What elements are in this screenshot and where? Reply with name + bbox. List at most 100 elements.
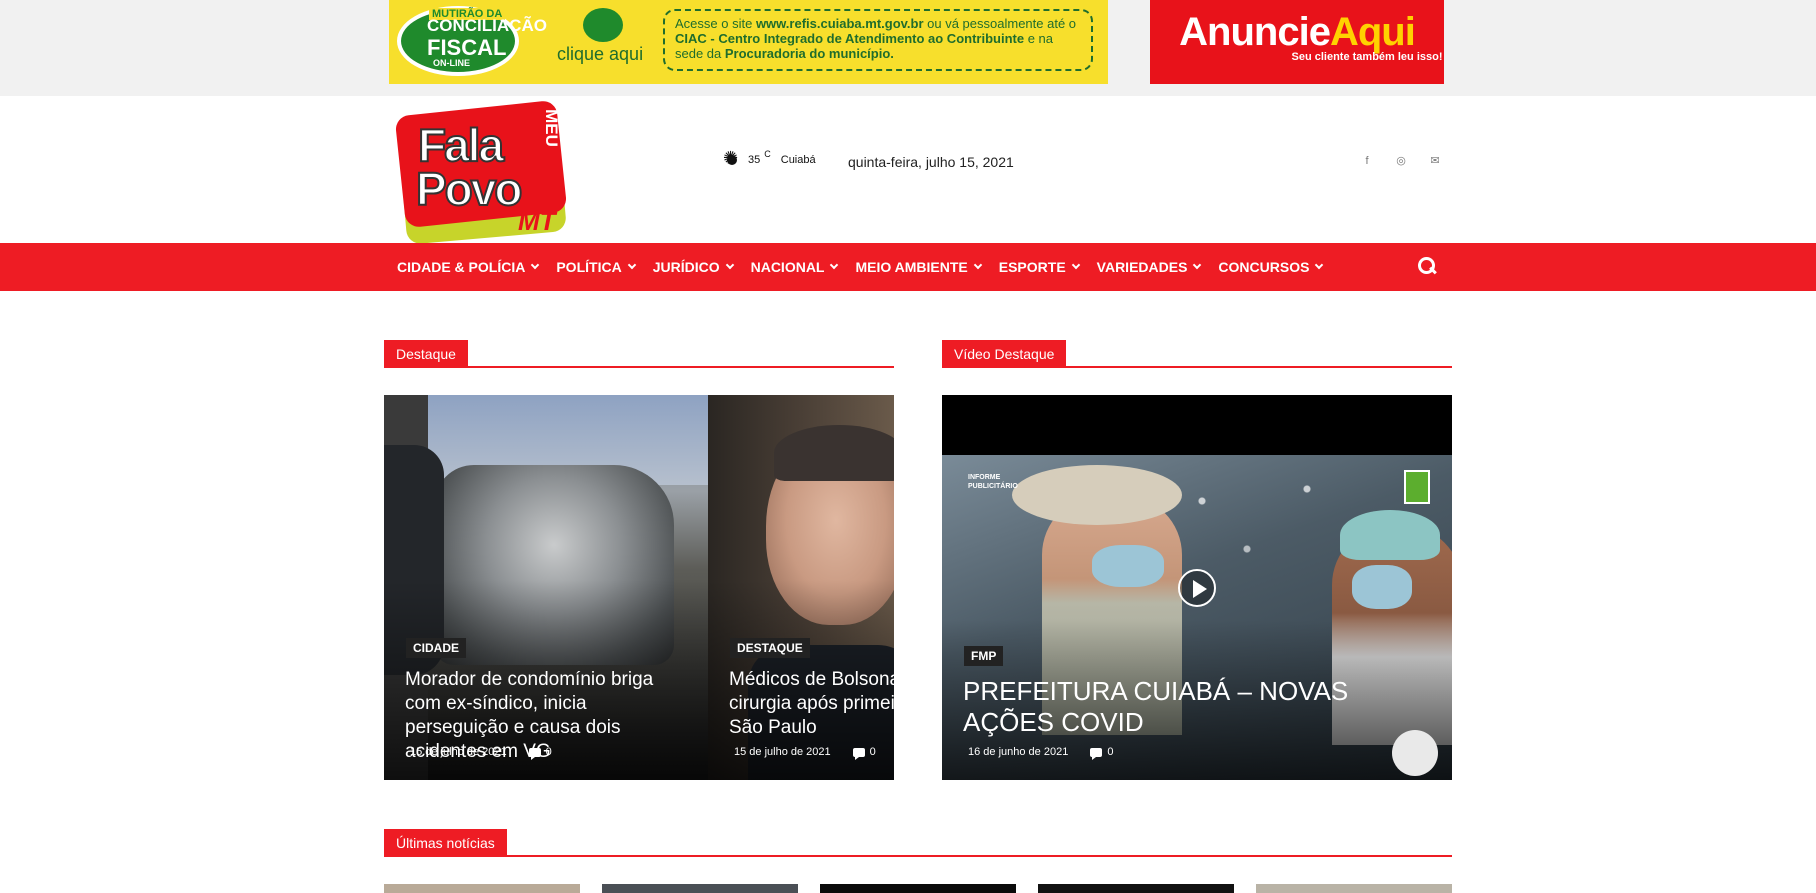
weather-unit[interactable]: C bbox=[764, 149, 771, 159]
cuiaba-badge-icon bbox=[1404, 470, 1430, 504]
nav-label: MEIO AMBIENTE bbox=[855, 259, 968, 275]
section-title-destaque[interactable]: Destaque bbox=[384, 340, 468, 368]
comment-count[interactable]: 0 bbox=[528, 746, 552, 760]
nav-item-variedades[interactable]: VARIEDADES bbox=[1088, 259, 1210, 275]
anuncie-title: AnuncieAqui bbox=[1150, 10, 1444, 55]
search-icon[interactable] bbox=[1418, 257, 1438, 277]
category-badge[interactable]: DESTAQUE bbox=[730, 638, 810, 658]
refis-text-site: www.refis.cuiaba.mt.gov.br bbox=[755, 16, 924, 31]
nav-item-cidade-policia[interactable]: CIDADE & POLÍCIA bbox=[388, 259, 547, 275]
news-thumbnail[interactable] bbox=[1038, 884, 1234, 893]
category-badge[interactable]: CIDADE bbox=[406, 638, 467, 658]
nav-item-juridico[interactable]: JURÍDICO bbox=[644, 259, 742, 275]
slide-meta: 15 de julho de 2021 0 bbox=[410, 746, 552, 760]
email-icon[interactable]: ✉ bbox=[1428, 154, 1442, 168]
featured-video[interactable]: INFORME PUBLICITÁRIO FMP PREFEITURA CUIA… bbox=[942, 395, 1452, 780]
anuncie-tagline: Seu cliente também leu isso! bbox=[1291, 51, 1443, 63]
section-title-video[interactable]: Vídeo Destaque bbox=[942, 340, 1067, 368]
video-title[interactable]: PREFEITURA CUIABÁ – NOVAS AÇÕES COVID bbox=[963, 676, 1433, 738]
nav-item-politica[interactable]: POLÍTICA bbox=[547, 259, 643, 275]
logo-word-povo: Povo bbox=[415, 162, 523, 216]
slide-title[interactable]: Médicos de Bolsonaro avaliam cirurgia ap… bbox=[729, 668, 894, 740]
comment-count[interactable]: 0 bbox=[1090, 746, 1114, 760]
weather-city: Cuiabá bbox=[780, 154, 816, 166]
weather-widget: 35 C Cuiabá bbox=[723, 149, 816, 169]
slide-date: 15 de julho de 2021 bbox=[410, 746, 507, 758]
nav-label: CONCURSOS bbox=[1218, 259, 1310, 275]
anuncie-ad-banner[interactable]: AnuncieAqui Seu cliente também leu isso! bbox=[1150, 0, 1444, 84]
comments-icon bbox=[852, 747, 865, 760]
chevron-down-icon bbox=[531, 260, 540, 270]
featured-slide[interactable]: DESTAQUE Médicos de Bolsonaro avaliam ci… bbox=[708, 395, 894, 780]
news-thumbnail[interactable] bbox=[384, 884, 580, 893]
nav-label: VARIEDADES bbox=[1096, 259, 1188, 275]
nav-label: ESPORTE bbox=[998, 259, 1066, 275]
video-thumbnail-mask bbox=[1352, 565, 1412, 609]
chevron-down-icon bbox=[1071, 260, 1080, 270]
refis-logo-line2: CONCILIAÇÃO bbox=[427, 16, 547, 35]
comment-count-value: 0 bbox=[869, 746, 876, 758]
nav-label: CIDADE & POLÍCIA bbox=[397, 259, 526, 275]
refis-text-ciac: CIAC - Centro Integrado de Atendimento a… bbox=[675, 31, 1025, 46]
nav-label: NACIONAL bbox=[750, 259, 825, 275]
chevron-down-icon bbox=[1315, 260, 1324, 270]
news-thumbnail[interactable] bbox=[1256, 884, 1452, 893]
video-meta: 16 de junho de 2021 0 bbox=[968, 746, 1114, 760]
main-nav: CIDADE & POLÍCIA POLÍTICA JURÍDICO NACIO… bbox=[0, 243, 1816, 291]
current-date: quinta-feira, julho 15, 2021 bbox=[848, 154, 1014, 170]
sun-icon bbox=[723, 149, 740, 168]
refis-text-mid: ou vá pessoalmente até o bbox=[923, 16, 1077, 31]
mouse-icon bbox=[583, 8, 623, 42]
video-overlay-label: INFORME PUBLICITÁRIO bbox=[968, 474, 1018, 490]
news-thumbnail[interactable] bbox=[602, 884, 798, 893]
refis-logo-line4: ON-LINE bbox=[433, 58, 470, 68]
featured-slide[interactable]: CIDADE Morador de condomínio briga com e… bbox=[384, 395, 708, 780]
refis-text-prefix: Acesse o site bbox=[675, 16, 756, 31]
slide-date: 15 de julho de 2021 bbox=[734, 746, 831, 758]
comments-icon bbox=[1090, 747, 1103, 760]
facebook-icon[interactable]: f bbox=[1360, 154, 1374, 168]
logo-word-meu: MEU bbox=[541, 109, 561, 147]
section-header-video: Vídeo Destaque bbox=[942, 340, 1452, 368]
chevron-down-icon bbox=[973, 260, 982, 270]
refis-ad-banner[interactable]: MUTIRÃO DA CONCILIAÇÃO FISCAL ON-LINE cl… bbox=[389, 0, 1108, 84]
section-header-ultimas: Últimas notícias bbox=[384, 829, 1452, 857]
anuncie-word1: Anuncie bbox=[1179, 10, 1331, 54]
anuncie-word2: Aqui bbox=[1329, 10, 1416, 54]
play-icon[interactable] bbox=[1178, 569, 1216, 607]
video-thumbnail-hat bbox=[1012, 465, 1182, 525]
comment-count[interactable]: 0 bbox=[852, 746, 876, 760]
slide-image-hair bbox=[774, 425, 894, 481]
section-title-ultimas[interactable]: Últimas notícias bbox=[384, 829, 507, 857]
chevron-down-icon bbox=[1193, 260, 1202, 270]
comment-count-value: 0 bbox=[545, 746, 552, 758]
nav-label: JURÍDICO bbox=[652, 259, 720, 275]
social-links: f ◎ ✉ bbox=[1360, 154, 1442, 168]
comments-icon bbox=[528, 747, 541, 760]
refis-info-box: Acesse o site www.refis.cuiaba.mt.gov.br… bbox=[663, 9, 1093, 71]
category-badge[interactable]: FMP bbox=[964, 646, 1004, 666]
comment-count-value: 0 bbox=[1107, 746, 1114, 758]
slide-meta: 15 de julho de 2021 0 bbox=[734, 746, 876, 760]
site-logo[interactable]: Fala Povo MEU MT bbox=[394, 99, 594, 245]
video-thumbnail-cap bbox=[1340, 510, 1440, 560]
refis-text-proc: Procuradoria do município. bbox=[724, 46, 894, 61]
news-thumbnail[interactable] bbox=[820, 884, 1016, 893]
video-date: 16 de junho de 2021 bbox=[968, 746, 1069, 758]
nav-item-concursos[interactable]: CONCURSOS bbox=[1209, 259, 1331, 275]
chevron-down-icon bbox=[627, 260, 636, 270]
nav-menu: CIDADE & POLÍCIA POLÍTICA JURÍDICO NACIO… bbox=[388, 243, 1331, 291]
chevron-down-icon bbox=[725, 260, 734, 270]
video-thumbnail-mask bbox=[1092, 545, 1164, 587]
featured-slider: CIDADE Morador de condomínio briga com e… bbox=[384, 395, 894, 780]
nav-item-meio-ambiente[interactable]: MEIO AMBIENTE bbox=[846, 259, 989, 275]
weather-temp: 35 bbox=[748, 154, 761, 166]
nav-item-esporte[interactable]: ESPORTE bbox=[990, 259, 1088, 275]
section-header-destaque: Destaque bbox=[384, 340, 894, 368]
nav-item-nacional[interactable]: NACIONAL bbox=[742, 259, 847, 275]
chevron-down-icon bbox=[830, 260, 839, 270]
nav-label: POLÍTICA bbox=[556, 259, 622, 275]
top-ad-bar: MUTIRÃO DA CONCILIAÇÃO FISCAL ON-LINE cl… bbox=[0, 0, 1816, 96]
refis-click-label: clique aqui bbox=[557, 44, 644, 64]
instagram-icon[interactable]: ◎ bbox=[1394, 154, 1408, 168]
